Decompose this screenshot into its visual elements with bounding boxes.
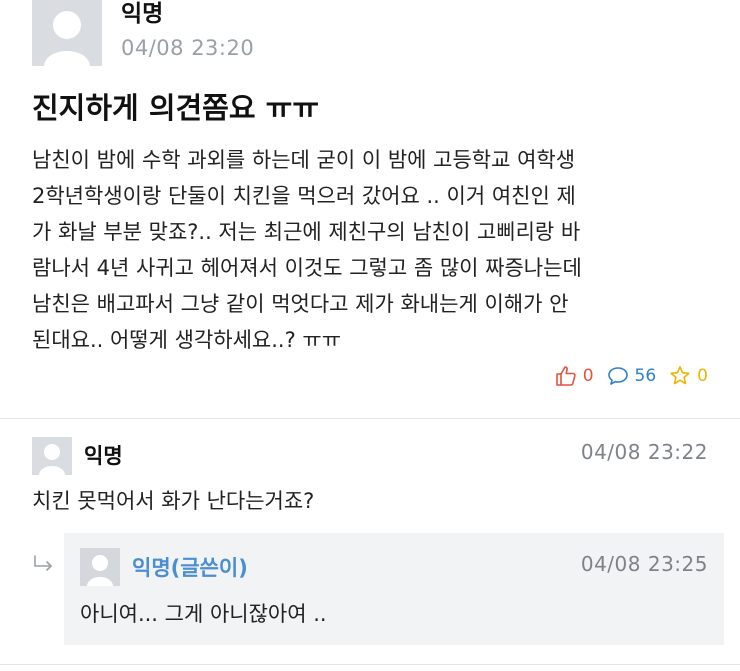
reply-author-avatar (80, 548, 120, 586)
reply-arrow-icon (32, 554, 54, 572)
post-body: 남친이 밤에 수학 과외를 하는데 굳이 이 밤에 고등학교 여학생 2학년학생… (32, 142, 722, 358)
comment-button[interactable]: 56 (606, 364, 657, 388)
default-avatar-icon (32, 0, 102, 66)
post-body-line: 람나서 4년 사귀고 헤어져서 이것도 그렇고 좀 많이 짜증나는데 (32, 256, 582, 280)
comment-text: 치킨 못먹어서 화가 난다는거죠? (32, 489, 315, 513)
comment-author-avatar (32, 437, 72, 475)
reply-author-name: 익명(글쓴이) (132, 556, 248, 580)
post-author-name: 익명 (121, 1, 164, 27)
post-actions: 0 56 0 (542, 362, 708, 390)
post-body-line: 가 화날 부분 맞죠?.. 저는 최근에 제친구의 남친이 고삐리랑 바 (32, 220, 581, 244)
thumbs-up-icon (554, 364, 578, 388)
default-avatar-icon (32, 437, 72, 475)
reply-container (64, 533, 724, 645)
comment-count: 56 (634, 366, 657, 386)
comment-timestamp: 04/08 23:22 (580, 440, 708, 464)
speech-bubble-icon (606, 364, 630, 388)
scrap-button[interactable]: 0 (668, 364, 708, 388)
section-divider (0, 418, 740, 419)
like-button[interactable]: 0 (554, 364, 594, 388)
like-count: 0 (582, 366, 594, 386)
post-timestamp: 04/08 23:20 (121, 36, 255, 60)
scrap-count: 0 (697, 366, 708, 386)
post-title: 진지하게 의견쫌요 ㅠㅠ (32, 91, 319, 125)
bottom-divider (0, 664, 740, 665)
post-body-line: 된대요.. 어떻게 생각하세요..? ㅠㅠ (32, 328, 342, 352)
star-icon (668, 364, 692, 388)
reply-timestamp: 04/08 23:25 (580, 552, 708, 576)
post-body-line: 2학년학생이랑 단둘이 치킨을 먹으러 갔어요 .. 이거 여친인 제 (32, 184, 576, 208)
post-body-line: 남친이 밤에 수학 과외를 하는데 굳이 이 밤에 고등학교 여학생 (32, 148, 576, 172)
post-body-line: 남친은 배고파서 그냥 같이 먹엇다고 제가 화내는게 이해가 안 (32, 292, 569, 316)
post-author-avatar (32, 0, 102, 66)
default-avatar-icon (80, 548, 120, 586)
reply-text: 아니여... 그게 아니잖아여 .. (80, 602, 327, 626)
comment-author-name: 익명 (84, 444, 123, 468)
